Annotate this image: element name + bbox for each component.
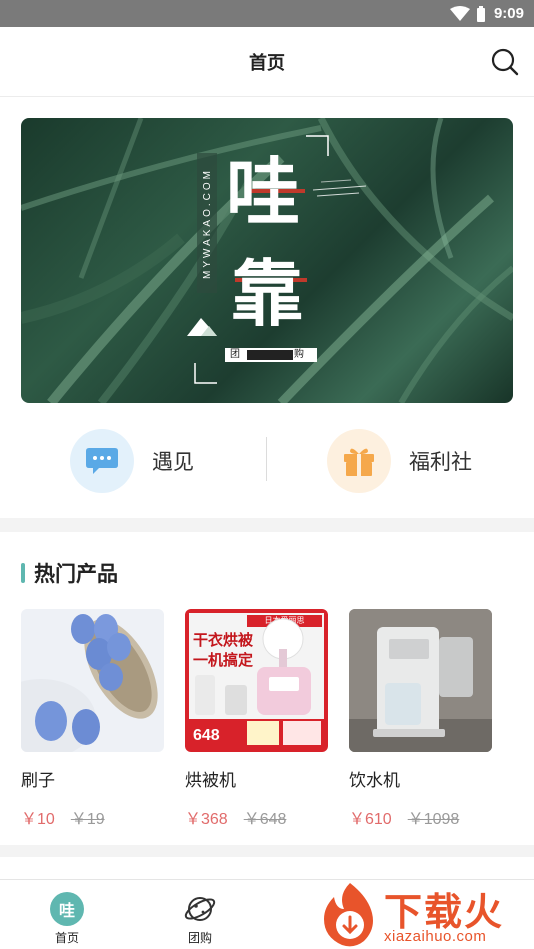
product-price: ￥10 bbox=[21, 811, 55, 828]
banner-title-char-2: 靠 bbox=[231, 251, 304, 336]
quick-actions-divider bbox=[266, 437, 267, 481]
section-title: 热门产品 bbox=[34, 563, 118, 586]
product-price: ￥610 bbox=[349, 811, 392, 828]
product-card[interactable]: 刷子 ￥10 ￥19 bbox=[21, 609, 164, 829]
product-old-price: ￥648 bbox=[243, 811, 287, 828]
banner-site-text: MYWAKAO.COM bbox=[201, 167, 213, 279]
product-old-price: ￥19 bbox=[70, 811, 105, 828]
page-title: 首页 bbox=[249, 52, 285, 73]
product-name: 饮水机 bbox=[349, 771, 400, 790]
app-header: 首页 bbox=[0, 27, 534, 97]
status-bar: 9:09 bbox=[0, 0, 534, 27]
tab-label: 首页 bbox=[54, 931, 79, 945]
section-accent-bar bbox=[21, 563, 25, 583]
chat-bubble-icon bbox=[70, 429, 134, 493]
planet-icon bbox=[184, 897, 216, 921]
product-image bbox=[21, 609, 164, 752]
section-separator bbox=[0, 518, 534, 532]
quick-action-meet[interactable]: 遇见 bbox=[70, 428, 194, 494]
promo-price: 648 bbox=[193, 727, 220, 744]
search-icon[interactable] bbox=[490, 47, 520, 77]
battery-icon bbox=[476, 5, 485, 22]
product-card[interactable]: 日本爱丽思 干衣烘被 一机搞定 648 烘被机 ￥368 ￥648 bbox=[185, 609, 328, 829]
product-name: 烘被机 bbox=[185, 771, 236, 790]
watermark: 下载火 xiazaihuo.com bbox=[316, 879, 534, 949]
product-old-price: ￥1098 bbox=[407, 811, 460, 828]
quick-action-label: 遇见 bbox=[152, 451, 194, 474]
home-wa-icon: 哇 bbox=[50, 892, 84, 926]
gift-icon bbox=[327, 429, 391, 493]
wifi-icon bbox=[449, 5, 470, 21]
quick-action-welfare[interactable]: 福利社 bbox=[327, 428, 472, 494]
tab-label: 团购 bbox=[187, 931, 212, 945]
product-list: 刷子 ￥10 ￥19 日本爱丽思 干衣烘被 一机搞定 648 bbox=[21, 609, 521, 829]
product-card[interactable]: 饮水机 ￥610 ￥1098 bbox=[349, 609, 492, 829]
hot-products-header: 热门产品 bbox=[21, 558, 118, 588]
section-separator bbox=[0, 845, 534, 857]
product-image: 日本爱丽思 干衣烘被 一机搞定 648 bbox=[185, 609, 328, 752]
status-time: 9:09 bbox=[493, 5, 524, 22]
quick-action-label: 福利社 bbox=[409, 451, 472, 474]
tab-group-buy[interactable]: 团购 bbox=[170, 892, 230, 946]
promo-banner[interactable]: MYWAKAO.COM 哇 靠 团 购 bbox=[21, 118, 513, 403]
flame-logo-icon bbox=[324, 883, 373, 947]
quick-actions: 遇见 福利社 bbox=[0, 425, 534, 500]
product-image bbox=[349, 609, 492, 752]
banner-tag-1: 团 bbox=[230, 349, 240, 360]
tab-home[interactable]: 哇 首页 bbox=[37, 892, 97, 946]
product-name: 刷子 bbox=[21, 771, 55, 790]
banner-tag-2: 购 bbox=[294, 349, 304, 360]
watermark-url: xiazaihuo.com bbox=[384, 928, 487, 945]
banner-title-char-1: 哇 bbox=[226, 150, 300, 236]
product-price: ￥368 bbox=[185, 811, 228, 828]
